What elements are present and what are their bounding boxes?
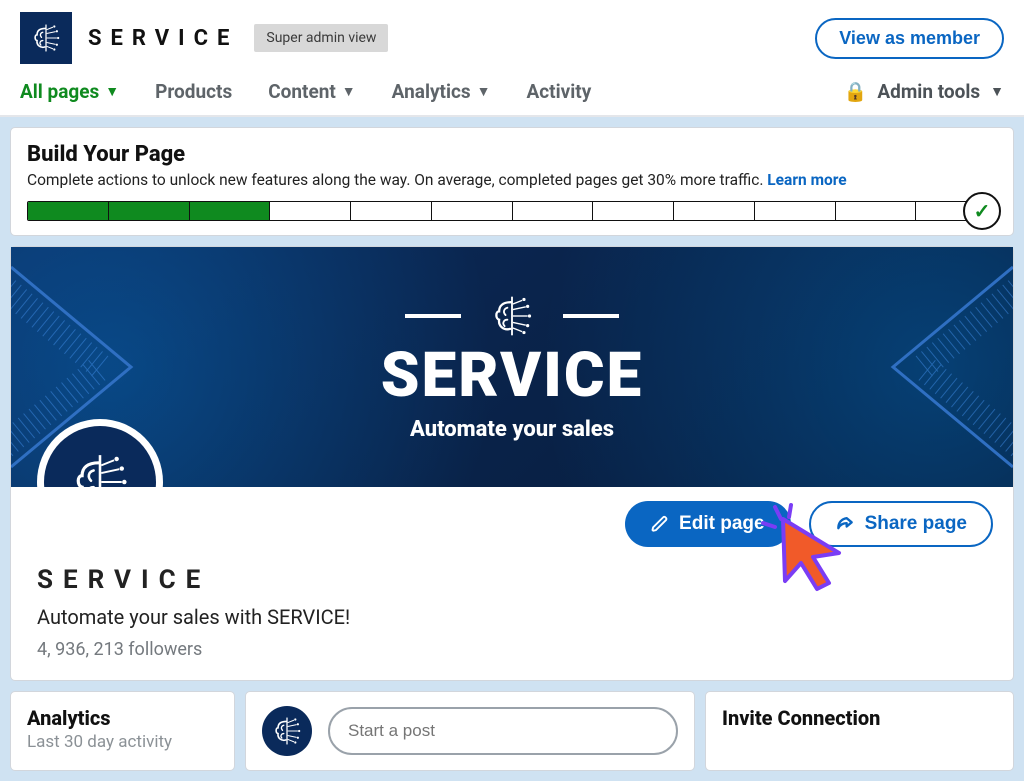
chevron-down-icon: ▼ — [990, 83, 1004, 100]
brain-icon — [489, 293, 535, 339]
progress-segment — [270, 202, 351, 220]
brain-icon — [30, 22, 62, 54]
share-arrow-icon — [835, 514, 855, 534]
share-page-button[interactable]: Share page — [809, 501, 993, 547]
bottom-row: Analytics Last 30 day activity Invite Co… — [10, 691, 1014, 771]
progress-segment — [351, 202, 432, 220]
progress-segment — [109, 202, 190, 220]
progress-segment — [593, 202, 674, 220]
company-card: SERVICE Automate your sales Edit page Sh… — [10, 246, 1014, 681]
analytics-title: Analytics — [27, 706, 218, 730]
hero-title: SERVICE — [381, 345, 643, 407]
analytics-subtitle: Last 30 day activity — [27, 732, 218, 752]
build-title: Build Your Page — [27, 142, 997, 167]
nav-analytics[interactable]: Analytics▼ — [392, 80, 491, 103]
hero-subtitle: Automate your sales — [410, 417, 614, 442]
progress-segment — [674, 202, 755, 220]
chevron-down-icon: ▼ — [477, 83, 491, 100]
progress-segment — [836, 202, 917, 220]
brand-name: SERVICE — [88, 26, 238, 51]
pencil-icon — [651, 515, 669, 533]
brand-logo — [20, 12, 72, 64]
lock-icon: 🔒 — [844, 80, 868, 103]
progress-segment — [755, 202, 836, 220]
main-nav: All pages▼ Products Content▼ Analytics▼ Acti… — [0, 72, 1024, 117]
view-as-member-button[interactable]: View as member — [815, 18, 1004, 59]
nav-all-pages[interactable]: All pages▼ — [20, 80, 119, 103]
brain-icon — [271, 715, 303, 747]
company-name: SERVICE — [37, 565, 987, 595]
build-progress-wrap: ✓ — [27, 201, 997, 221]
top-header: SERVICE Super admin view View as member — [0, 0, 1024, 72]
start-post-panel — [245, 691, 695, 771]
invite-panel[interactable]: Invite Connection — [705, 691, 1014, 771]
chevron-decor-right-icon — [833, 247, 1013, 487]
decor-line-left — [405, 314, 461, 318]
chevron-down-icon: ▼ — [342, 83, 356, 100]
progress-segment — [190, 202, 271, 220]
super-admin-badge: Super admin view — [254, 24, 388, 52]
cover-banner: SERVICE Automate your sales — [11, 247, 1013, 487]
start-post-input[interactable] — [328, 707, 678, 755]
learn-more-link[interactable]: Learn more — [767, 171, 846, 189]
page-body: Build Your Page Complete actions to unlo… — [0, 117, 1024, 781]
admin-tools-label: Admin tools — [877, 80, 980, 103]
progress-segment — [28, 202, 109, 220]
page-actions: Edit page Share page — [11, 487, 1013, 561]
hero-logo-row — [405, 293, 619, 339]
nav-products[interactable]: Products — [155, 80, 232, 103]
company-info: SERVICE Automate your sales with SERVICE… — [11, 565, 1013, 680]
decor-line-right — [563, 314, 619, 318]
chevron-down-icon: ▼ — [105, 83, 119, 100]
build-progress-bar — [27, 201, 997, 221]
build-subtitle: Complete actions to unlock new features … — [27, 171, 997, 189]
progress-segment — [432, 202, 513, 220]
company-avatar — [37, 419, 163, 487]
nav-activity[interactable]: Activity — [527, 80, 592, 103]
admin-tools-menu[interactable]: 🔒 Admin tools ▼ — [844, 80, 1004, 103]
company-tagline: Automate your sales with SERVICE! — [37, 605, 987, 629]
analytics-panel[interactable]: Analytics Last 30 day activity — [10, 691, 235, 771]
check-circle-icon: ✓ — [963, 192, 1001, 230]
build-page-card: Build Your Page Complete actions to unlo… — [10, 127, 1014, 236]
progress-segment — [513, 202, 594, 220]
brain-icon — [68, 450, 132, 487]
edit-page-button[interactable]: Edit page — [625, 501, 791, 547]
post-avatar — [262, 706, 312, 756]
nav-content[interactable]: Content▼ — [268, 80, 355, 103]
company-followers: 4, 936, 213 followers — [37, 639, 987, 660]
invite-title: Invite Connection — [722, 706, 997, 730]
avatar-inner — [44, 426, 156, 487]
